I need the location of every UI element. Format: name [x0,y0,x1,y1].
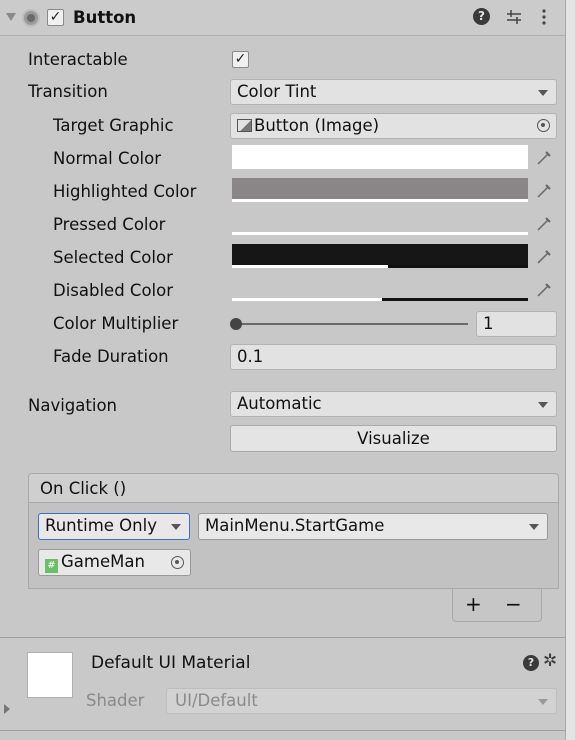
interactable-label: Interactable [28,50,128,69]
on-click-title: On Click () [40,479,127,498]
chevron-down-icon [529,524,539,530]
normal-color-swatch[interactable] [232,145,528,169]
function-dropdown[interactable]: MainMenu.StartGame [198,513,548,540]
presets-icon[interactable] [505,8,523,26]
highlighted-color-swatch[interactable] [232,178,528,202]
material-preview[interactable] [27,652,73,698]
remove-button[interactable]: − [505,593,522,615]
pressed-color-swatch[interactable] [232,211,528,235]
add-button[interactable]: + [465,593,482,615]
highlighted-color-label: Highlighted Color [53,182,197,201]
foldout-arrow-icon[interactable] [6,13,16,21]
eyedropper-icon[interactable] [530,277,558,303]
eyedropper-icon[interactable] [530,178,558,204]
navigation-value: Automatic [237,394,322,413]
target-graphic-label: Target Graphic [53,116,174,135]
disabled-color-swatch[interactable] [232,277,528,301]
transition-dropdown[interactable]: Color Tint [230,79,557,105]
chevron-down-icon [538,402,548,408]
navigation-label: Navigation [28,396,117,415]
image-icon [237,119,252,132]
color-multiplier-input[interactable]: 1 [476,311,557,337]
pressed-color-label: Pressed Color [53,215,166,234]
eyedropper-icon[interactable] [530,244,558,270]
interactable-checkbox[interactable]: ✓ [232,51,249,68]
fade-duration-input[interactable]: 0.1 [230,344,557,370]
navigation-dropdown[interactable]: Automatic [230,391,557,417]
disabled-color-label: Disabled Color [53,281,174,300]
inspector-scrollbar[interactable] [565,0,575,740]
target-object-field[interactable]: # GameMan [38,549,191,576]
help-icon[interactable]: ? [523,655,539,671]
color-multiplier-slider-track[interactable] [236,323,468,325]
chevron-down-icon [538,699,548,705]
kebab-menu-icon[interactable] [540,8,548,26]
component-enabled-checkbox[interactable]: ✓ [47,9,64,26]
color-multiplier-slider-thumb[interactable] [230,318,242,330]
script-icon: # [45,559,58,573]
transition-label: Transition [28,82,108,101]
transition-value: Color Tint [237,82,317,101]
on-click-header: On Click () [28,473,559,503]
on-click-list: Runtime Only MainMenu.StartGame # GameMan [28,503,559,589]
chevron-down-icon [171,524,181,530]
visualize-button[interactable]: Visualize [230,425,557,452]
shader-dropdown[interactable]: UI/Default [166,688,557,714]
eyedropper-icon[interactable] [530,145,558,171]
selected-color-swatch[interactable] [232,244,528,268]
object-picker-icon[interactable] [171,556,184,569]
color-multiplier-label: Color Multiplier [53,314,179,333]
normal-color-label: Normal Color [53,149,162,168]
target-graphic-field[interactable]: Button (Image) [230,113,557,139]
target-graphic-value: Button (Image) [254,116,380,135]
help-icon[interactable]: ? [473,8,490,25]
chevron-down-icon [538,90,548,96]
runtime-mode-dropdown[interactable]: Runtime Only [38,513,190,540]
component-title: Button [73,8,137,27]
component-icon [22,9,40,27]
foldout-arrow-icon[interactable] [4,704,10,714]
eyedropper-icon[interactable] [530,211,558,237]
object-picker-icon[interactable] [537,119,550,132]
component-header: ✓ Button ? [0,0,565,36]
fade-duration-label: Fade Duration [53,347,169,366]
add-remove-footer: + − [452,589,542,622]
material-section: Default UI Material ? ✲ Shader UI/Defaul… [0,637,565,731]
shader-label: Shader [86,691,145,710]
selected-color-label: Selected Color [53,248,173,267]
gear-icon[interactable]: ✲ [543,651,557,671]
material-name: Default UI Material [91,653,251,673]
